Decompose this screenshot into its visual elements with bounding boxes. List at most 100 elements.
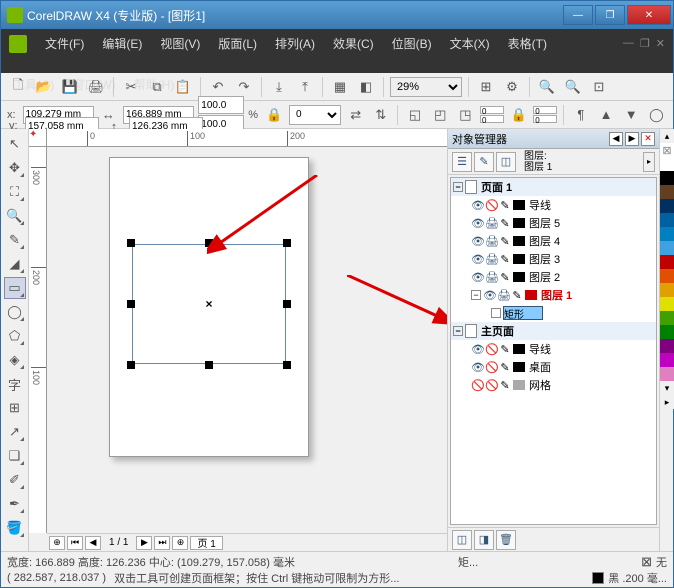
wrap-text-button[interactable]: ¶ — [570, 104, 591, 126]
undo-button[interactable]: ↶ — [207, 76, 229, 98]
docker-flyout-button[interactable]: ▸ — [643, 152, 655, 172]
menu-text[interactable]: 文本(X) — [446, 33, 494, 54]
color-swatch[interactable] — [660, 255, 674, 269]
page-tab[interactable]: 页 1 — [190, 536, 222, 550]
object-tree[interactable]: − 页面 1 👁 🚫 ✎ 导线 👁🖨✎ 图层 5 — [450, 177, 657, 525]
zoom-select[interactable]: 29% — [390, 77, 462, 97]
color-swatch[interactable] — [660, 185, 674, 199]
layer-1[interactable]: − 👁🖨✎ 图层 1 — [451, 286, 656, 304]
color-swatch[interactable] — [660, 227, 674, 241]
shape-tool[interactable]: ✥ — [4, 157, 26, 179]
lock-ratio-button[interactable]: 🔒 — [264, 104, 285, 126]
basic-shapes-tool[interactable]: ◈ — [4, 349, 26, 371]
scale-x-field[interactable] — [198, 96, 244, 114]
open-button[interactable]: 📂 — [33, 76, 55, 98]
expand-icon[interactable]: − — [471, 290, 481, 300]
table-tool[interactable]: ⊞ — [4, 397, 26, 419]
ruler-origin[interactable]: ✦ — [29, 129, 47, 147]
color-swatch[interactable] — [660, 353, 674, 367]
ruler-horizontal[interactable]: 0 100 200 — [47, 129, 447, 147]
save-button[interactable]: 💾 — [59, 76, 81, 98]
color-swatch[interactable] — [660, 199, 674, 213]
layer-2[interactable]: 👁🖨✎ 图层 2 — [451, 268, 656, 286]
page-add-button[interactable]: ⊕ — [49, 536, 65, 550]
menu-arrange[interactable]: 排列(A) — [271, 33, 319, 54]
no-fill-swatch[interactable]: ⊠ — [660, 143, 674, 157]
outline-swatch[interactable] — [592, 572, 604, 584]
zoom-in-button[interactable]: 🔍 — [536, 76, 558, 98]
menu-bitmaps[interactable]: 位图(B) — [388, 33, 436, 54]
layer-4[interactable]: 👁🖨✎ 图层 4 — [451, 232, 656, 250]
fill-none-icon[interactable]: ⊠ — [641, 554, 652, 570]
expand-icon[interactable]: − — [453, 182, 463, 192]
layer-3[interactable]: 👁🖨✎ 图层 3 — [451, 250, 656, 268]
corner-shape3-button[interactable]: ◳ — [455, 104, 476, 126]
color-swatch[interactable] — [660, 325, 674, 339]
docker-prev-button[interactable]: ◀ — [609, 132, 623, 146]
layer-5[interactable]: 👁🖨✎ 图层 5 — [451, 214, 656, 232]
page-prev-button[interactable]: ◀ — [85, 536, 101, 550]
menu-layout[interactable]: 版面(L) — [214, 33, 261, 54]
tree-master-page[interactable]: − 主页面 — [451, 322, 656, 340]
edit-layers-button[interactable]: ✎ — [474, 152, 494, 172]
page-last-button[interactable]: ⏭ — [154, 536, 170, 550]
docker-close-button[interactable]: ✕ — [641, 132, 655, 146]
freehand-tool[interactable]: ✎ — [4, 229, 26, 251]
print-button[interactable]: 🖨 — [85, 76, 107, 98]
palette-up-button[interactable]: ▴ — [660, 129, 674, 143]
interactive-tool[interactable]: ❏ — [4, 445, 26, 467]
welcome-button[interactable]: ◧ — [355, 76, 377, 98]
rectangle-tool[interactable]: ▭ — [4, 277, 26, 299]
docker-titlebar[interactable]: 对象管理器 ◀ ▶ ✕ — [448, 129, 659, 149]
page-first-button[interactable]: ⏮ — [67, 536, 83, 550]
smart-fill-tool[interactable]: ◢ — [4, 253, 26, 275]
page-next-button[interactable]: ▶ — [136, 536, 152, 550]
master-desktop[interactable]: 👁🚫✎ 桌面 — [451, 358, 656, 376]
color-swatch[interactable] — [660, 339, 674, 353]
dimension-tool[interactable]: ↗ — [4, 421, 26, 443]
fill-tool[interactable]: 🪣 — [4, 517, 26, 539]
options-button[interactable]: ⚙ — [501, 76, 523, 98]
layer-view-button[interactable]: ◫ — [496, 152, 516, 172]
menu-file[interactable]: 文件(F) — [41, 33, 88, 54]
crop-tool[interactable]: ⛶ — [4, 181, 26, 203]
corner-lock-button[interactable]: 🔒 — [508, 104, 529, 126]
minimize-button[interactable]: — — [563, 5, 593, 25]
rectangle-name-input[interactable] — [503, 306, 543, 320]
color-swatch[interactable] — [660, 283, 674, 297]
handle-e[interactable] — [283, 300, 291, 308]
editable-icon[interactable]: ✎ — [499, 199, 511, 212]
rectangle-object[interactable]: × — [132, 244, 286, 364]
app-menu-icon[interactable] — [9, 35, 27, 53]
menu-view[interactable]: 视图(V) — [156, 33, 204, 54]
color-swatch[interactable] — [660, 311, 674, 325]
doc-minimize[interactable]: — — [623, 37, 634, 50]
maximize-button[interactable]: ❐ — [595, 5, 625, 25]
handle-s[interactable] — [205, 361, 213, 369]
master-grid[interactable]: 🚫🚫✎ 网格 — [451, 376, 656, 394]
handle-n[interactable] — [205, 239, 213, 247]
copy-button[interactable]: ⧉ — [146, 76, 168, 98]
handle-ne[interactable] — [283, 239, 291, 247]
zoom-out-button[interactable]: 🔍 — [562, 76, 584, 98]
polygon-tool[interactable]: ⬠ — [4, 325, 26, 347]
app-launcher-button[interactable]: ▦ — [329, 76, 351, 98]
corner-fields-right[interactable]: 00 — [533, 106, 557, 123]
snap-button[interactable]: ⊞ — [475, 76, 497, 98]
layer-guides[interactable]: 👁 🚫 ✎ 导线 — [451, 196, 656, 214]
zoom-tool[interactable]: 🔍 — [4, 205, 26, 227]
mirror-v-button[interactable]: ⇅ — [370, 104, 391, 126]
corner-fields-left[interactable]: 00 — [480, 106, 504, 123]
text-tool[interactable]: 字 — [4, 373, 26, 395]
new-master-layer-button[interactable]: ◨ — [474, 530, 494, 550]
palette-down-button[interactable]: ▾ — [660, 381, 674, 395]
palette-flyout-button[interactable]: ▸ — [660, 395, 674, 409]
doc-restore[interactable]: ❐ — [640, 37, 650, 50]
close-button[interactable]: ✕ — [627, 5, 671, 25]
pick-tool[interactable]: ↖ — [4, 133, 26, 155]
outline-tool[interactable]: ✒ — [4, 493, 26, 515]
to-front-button[interactable]: ▲ — [595, 104, 616, 126]
color-swatch[interactable] — [660, 171, 674, 185]
delete-layer-button[interactable]: 🗑 — [496, 530, 516, 550]
handle-se[interactable] — [283, 361, 291, 369]
